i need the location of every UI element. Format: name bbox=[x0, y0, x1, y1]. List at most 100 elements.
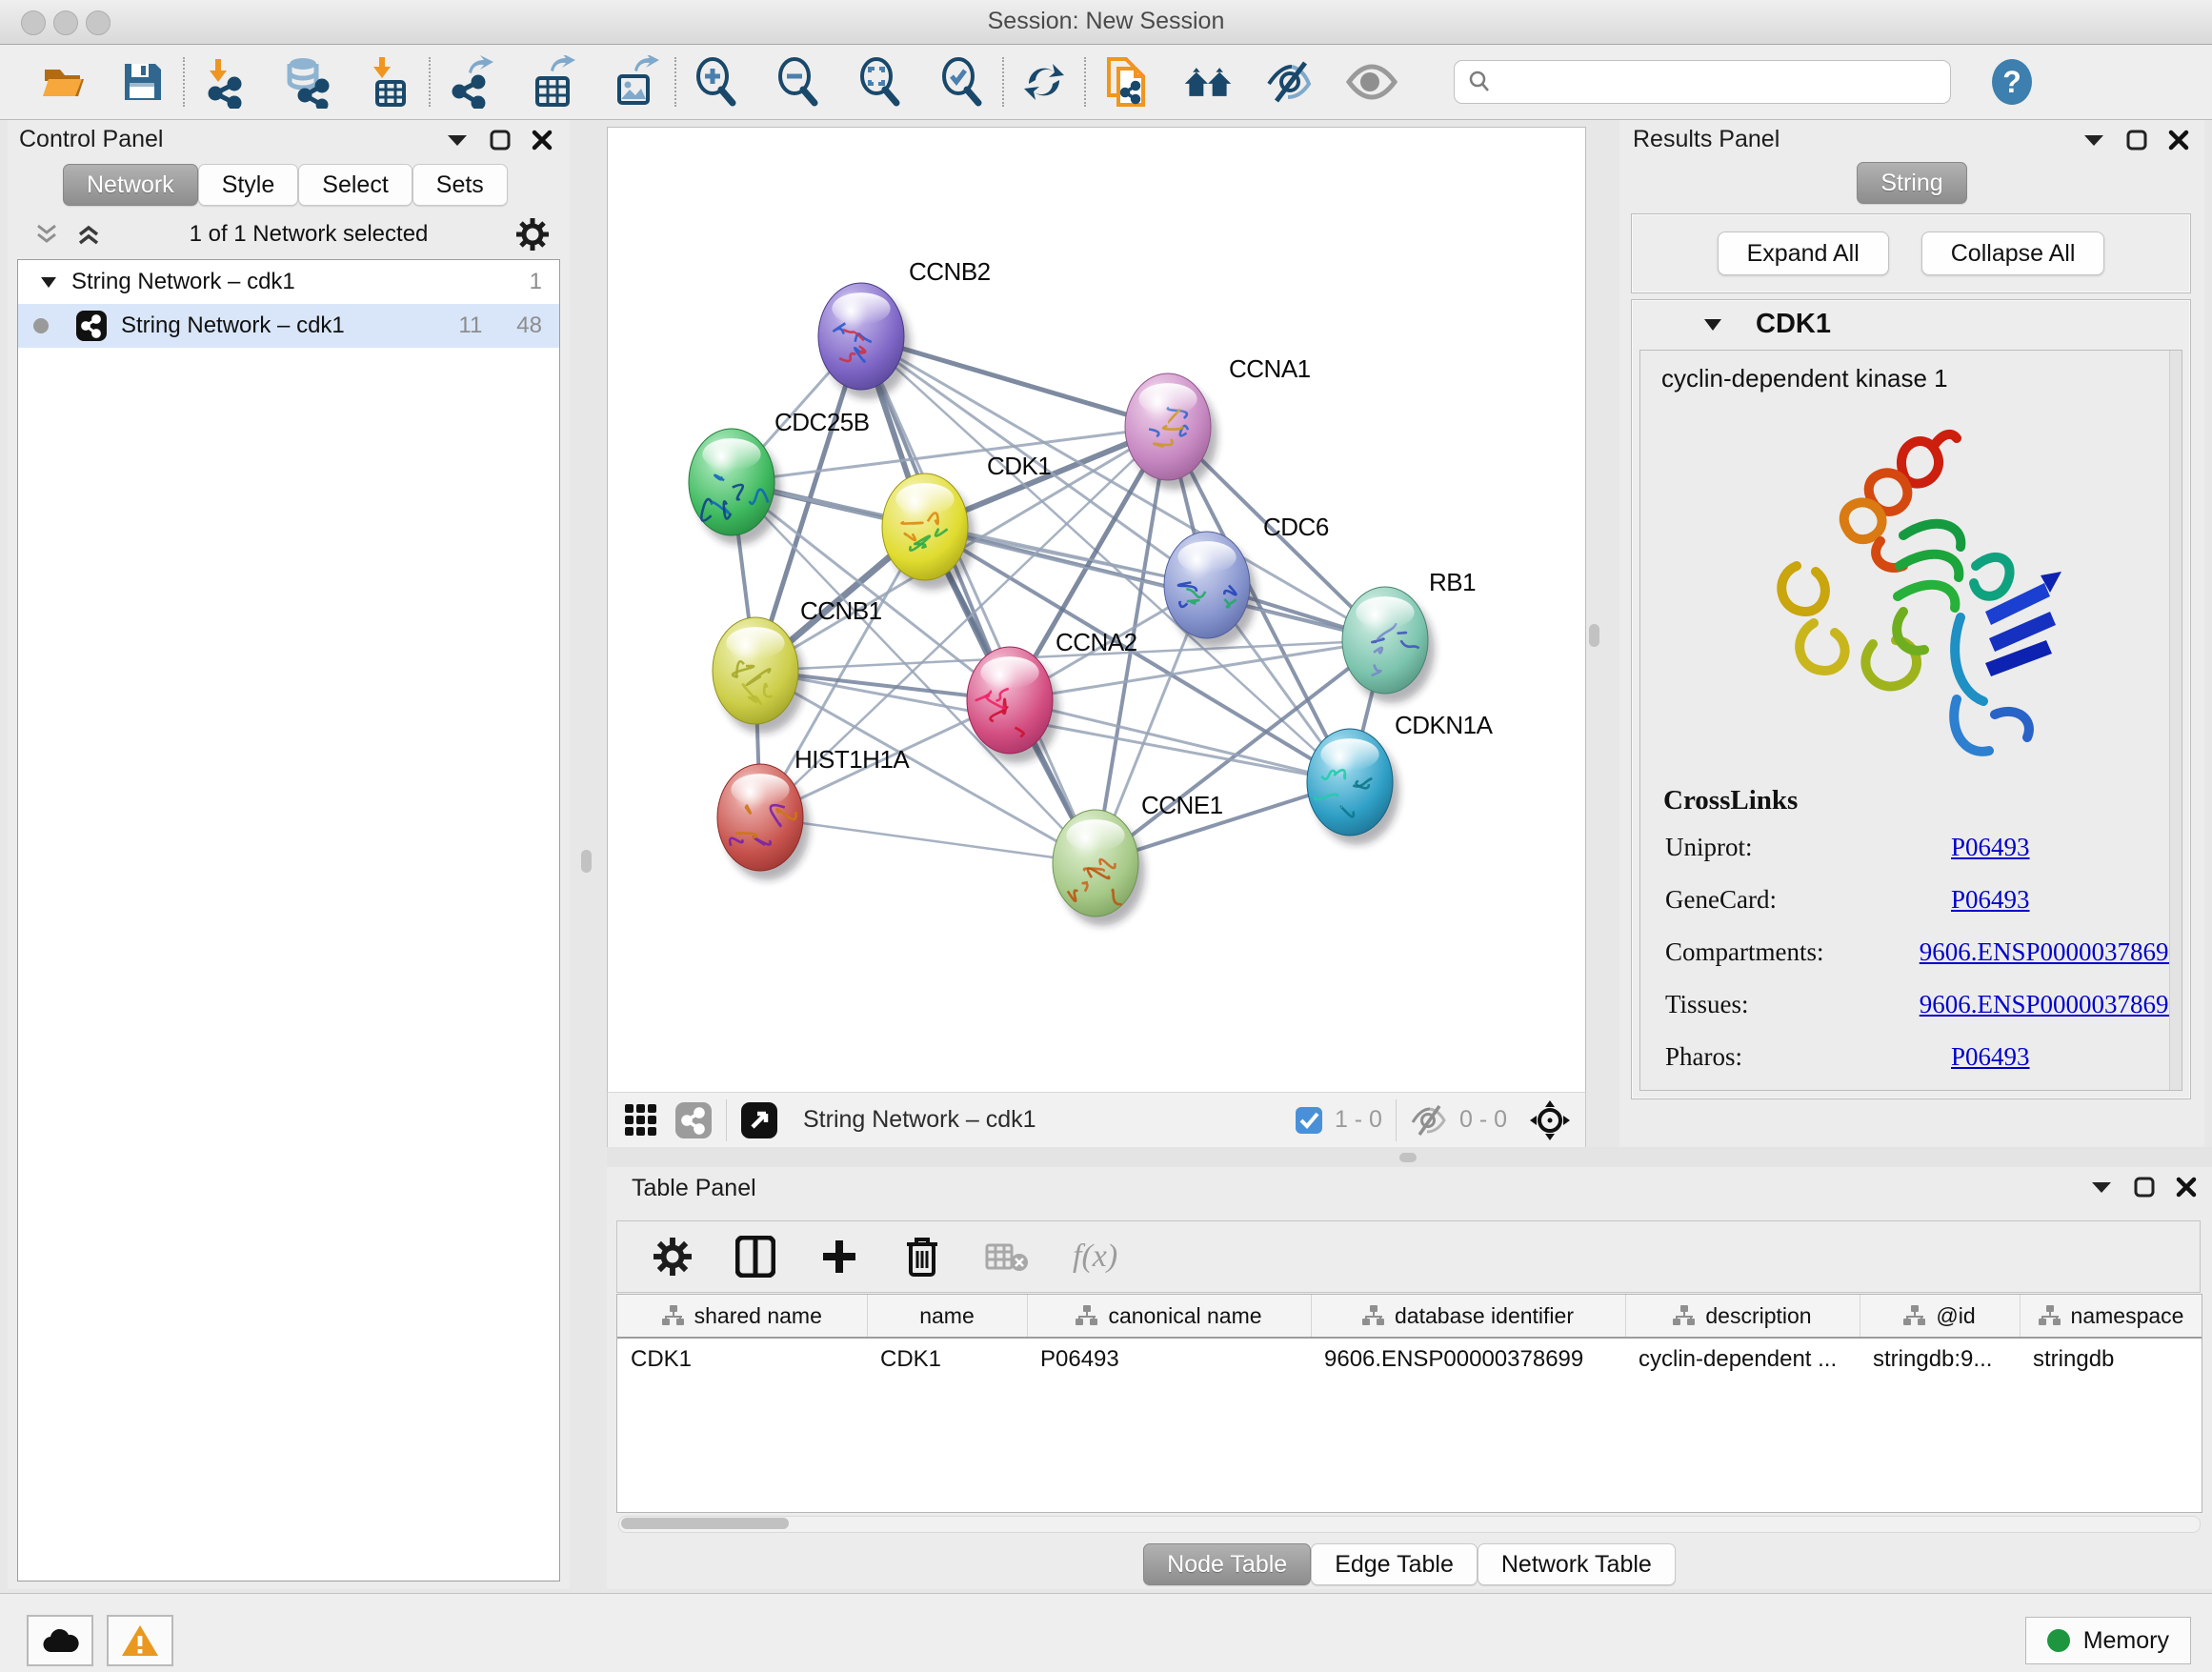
column-type-icon bbox=[662, 1305, 685, 1326]
column-header-database-identifier[interactable]: database identifier bbox=[1311, 1295, 1625, 1338]
add-column-icon[interactable] bbox=[819, 1237, 859, 1277]
maximize-panel-icon[interactable] bbox=[2126, 130, 2147, 151]
table-cell: stringdb bbox=[2020, 1338, 2202, 1380]
collection-expander-icon[interactable] bbox=[39, 274, 58, 290]
warning-icon bbox=[121, 1624, 159, 1657]
hidden-eye-icon[interactable] bbox=[1410, 1105, 1448, 1136]
maximize-panel-icon[interactable] bbox=[490, 130, 511, 151]
table-options-gear-icon[interactable] bbox=[654, 1238, 692, 1276]
crosslinks-title: CrossLinks bbox=[1663, 785, 1798, 816]
open-in-window-icon[interactable] bbox=[740, 1101, 778, 1139]
zoom-fit-icon[interactable] bbox=[854, 55, 907, 109]
export-table-icon[interactable] bbox=[526, 55, 579, 109]
crosslink-link[interactable]: P06493 bbox=[1951, 1042, 2030, 1072]
column-header--id[interactable]: @id bbox=[1860, 1295, 2020, 1338]
zoom-in-icon[interactable] bbox=[690, 55, 743, 109]
column-header-label: @id bbox=[1936, 1303, 1975, 1329]
help-icon[interactable]: ? bbox=[1985, 55, 2039, 109]
close-panel-icon[interactable] bbox=[2176, 1177, 2197, 1198]
crosslink-label: GeneCard: bbox=[1665, 885, 1951, 915]
left-splitter-handle[interactable] bbox=[581, 850, 592, 873]
tab-node-table[interactable]: Node Table bbox=[1143, 1543, 1311, 1585]
string-share-icon[interactable] bbox=[674, 1101, 713, 1139]
results-vscrollbar[interactable] bbox=[2169, 351, 2182, 1090]
export-image-icon[interactable] bbox=[608, 55, 661, 109]
float-panel-icon[interactable] bbox=[446, 132, 469, 148]
collection-count: 1 bbox=[530, 269, 542, 295]
import-network-database-icon[interactable] bbox=[280, 55, 333, 109]
column-header-name[interactable]: name bbox=[867, 1295, 1027, 1338]
network-collection-row[interactable]: String Network – cdk1 1 bbox=[18, 260, 559, 304]
column-header-description[interactable]: description bbox=[1625, 1295, 1860, 1338]
tab-sets[interactable]: Sets bbox=[412, 164, 508, 206]
toolbar-separator bbox=[1084, 57, 1086, 107]
crosslink-link[interactable]: P06493 bbox=[1951, 885, 2030, 915]
save-session-icon[interactable] bbox=[116, 55, 170, 109]
tab-edge-table[interactable]: Edge Table bbox=[1311, 1543, 1478, 1585]
zoom-selected-icon[interactable] bbox=[935, 55, 989, 109]
horizontal-splitter[interactable] bbox=[607, 1147, 2212, 1167]
show-columns-icon[interactable] bbox=[735, 1236, 775, 1278]
tab-network-table[interactable]: Network Table bbox=[1478, 1543, 1676, 1585]
table-hscroll-thumb[interactable] bbox=[621, 1518, 789, 1529]
tab-network[interactable]: Network bbox=[63, 164, 198, 206]
network-canvas[interactable]: CCNB2CCNA1CDC25BCDK1CDC6RB1CCNB1CCNA2CDK… bbox=[607, 127, 1586, 1093]
crosslink-row: GeneCard:P06493 bbox=[1665, 885, 2182, 915]
tab-string[interactable]: String bbox=[1857, 162, 1966, 204]
network-row[interactable]: String Network – cdk1 11 48 bbox=[18, 304, 559, 348]
duplicate-network-icon[interactable] bbox=[1099, 55, 1153, 109]
string-network-graph[interactable]: CCNB2CCNA1CDC25BCDK1CDC6RB1CCNB1CCNA2CDK… bbox=[608, 128, 1585, 1092]
export-network-icon[interactable] bbox=[444, 55, 497, 109]
delete-column-icon[interactable] bbox=[903, 1235, 941, 1279]
selected-checkbox-icon[interactable] bbox=[1295, 1106, 1323, 1135]
column-type-icon bbox=[1673, 1305, 1696, 1326]
maximize-panel-icon[interactable] bbox=[2134, 1177, 2155, 1198]
float-panel-icon[interactable] bbox=[2082, 132, 2105, 148]
show-all-icon[interactable] bbox=[1345, 55, 1398, 109]
table-cell: CDK1 bbox=[867, 1338, 1027, 1380]
warnings-button[interactable] bbox=[107, 1615, 173, 1666]
column-header-shared-name[interactable]: shared name bbox=[617, 1295, 867, 1338]
birds-eye-grid-icon[interactable] bbox=[623, 1102, 659, 1138]
collapse-all-icon[interactable] bbox=[34, 223, 59, 246]
cloud-button[interactable] bbox=[27, 1615, 93, 1666]
tab-select[interactable]: Select bbox=[298, 164, 412, 206]
table-hscrollbar[interactable] bbox=[618, 1516, 2201, 1533]
collapse-all-button[interactable]: Collapse All bbox=[1921, 232, 2105, 275]
refresh-layout-icon[interactable] bbox=[1017, 55, 1071, 109]
table-cell: 9606.ENSP00000378699 bbox=[1311, 1338, 1625, 1380]
fit-content-crosshair-icon[interactable] bbox=[1528, 1098, 1572, 1142]
close-panel-icon[interactable] bbox=[532, 130, 553, 151]
search-input[interactable] bbox=[1493, 68, 1939, 96]
network-overview-icon[interactable] bbox=[1181, 55, 1235, 109]
expand-all-icon[interactable] bbox=[76, 223, 101, 246]
table-row[interactable]: CDK1CDK1P064939606.ENSP00000378699cyclin… bbox=[617, 1338, 2202, 1380]
tab-style[interactable]: Style bbox=[198, 164, 299, 206]
zoom-out-icon[interactable] bbox=[772, 55, 825, 109]
column-header-namespace[interactable]: namespace bbox=[2020, 1295, 2202, 1338]
memory-button[interactable]: Memory bbox=[2025, 1617, 2191, 1664]
float-panel-icon[interactable] bbox=[2090, 1179, 2113, 1195]
delete-table-icon[interactable] bbox=[985, 1239, 1029, 1274]
import-network-file-icon[interactable] bbox=[198, 55, 251, 109]
import-table-icon[interactable] bbox=[362, 55, 415, 109]
right-splitter-handle[interactable] bbox=[1589, 624, 1599, 647]
function-builder-icon[interactable]: f(x) bbox=[1073, 1239, 1117, 1275]
hide-selected-icon[interactable] bbox=[1263, 55, 1317, 109]
column-type-icon bbox=[1903, 1305, 1926, 1326]
column-header-label: name bbox=[919, 1303, 975, 1329]
table-toolbar: f(x) bbox=[616, 1220, 2201, 1293]
gene-description: cyclin-dependent kinase 1 bbox=[1661, 364, 2182, 393]
splitter-handle[interactable] bbox=[1399, 1153, 1417, 1162]
crosslink-link[interactable]: 9606.ENSP00000378699 bbox=[1920, 937, 2182, 967]
column-header-label: shared name bbox=[694, 1303, 822, 1329]
column-header-canonical-name[interactable]: canonical name bbox=[1027, 1295, 1311, 1338]
gene-expander-icon[interactable] bbox=[1702, 316, 1723, 332]
expand-all-button[interactable]: Expand All bbox=[1718, 232, 1889, 275]
crosslink-link[interactable]: 9606.ENSP00000378699 bbox=[1920, 990, 2182, 1019]
network-options-gear-icon[interactable] bbox=[516, 218, 549, 251]
crosslink-link[interactable]: P06493 bbox=[1951, 833, 2030, 862]
open-session-icon[interactable] bbox=[38, 55, 91, 109]
close-panel-icon[interactable] bbox=[2168, 130, 2189, 151]
current-network-dot bbox=[33, 318, 49, 333]
